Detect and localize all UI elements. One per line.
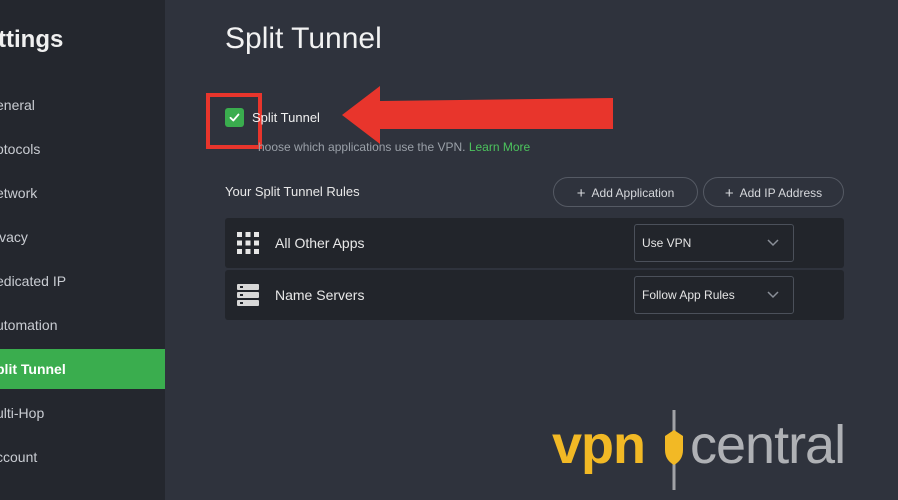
rule-action-select[interactable]: Follow App Rules [634,276,794,314]
sidebar-item-dedicated-ip[interactable]: edicated IP [0,261,165,301]
sidebar-item-general[interactable]: eneral [0,85,165,125]
rule-row: All Other Apps Use VPN [225,218,844,268]
sidebar-item-automation[interactable]: utomation [0,305,165,345]
sidebar-item-privacy[interactable]: ivacy [0,217,165,257]
split-tunnel-checkbox[interactable] [225,108,244,127]
add-ip-address-button[interactable]: + Add IP Address [703,177,844,207]
chevron-down-icon [767,239,779,247]
split-tunnel-label: Split Tunnel [252,110,320,125]
plus-icon: + [576,185,586,202]
sidebar-title: ttings [0,26,64,53]
grid-icon [237,232,259,254]
check-icon [229,113,240,122]
rule-name: All Other Apps [275,235,365,251]
page-title: Split Tunnel [225,22,382,55]
watermark-vpn: vpn [552,415,646,475]
sidebar-item-multi-hop[interactable]: ulti-Hop [0,393,165,433]
rule-action-select[interactable]: Use VPN [634,224,794,262]
sidebar-item-account[interactable]: ccount [0,437,165,477]
plus-icon: + [724,185,734,202]
learn-more-link[interactable]: Learn More [469,140,530,154]
server-icon [237,284,259,306]
shield-logo-icon [665,410,683,490]
sidebar: ttings eneral otocols etwork ivacy edica… [0,0,165,500]
sidebar-item-network[interactable]: etwork [0,173,165,213]
split-tunnel-description: hoose which applications use the VPN. Le… [258,140,531,154]
rules-title: Your Split Tunnel Rules [225,184,360,199]
rule-name: Name Servers [275,287,365,303]
add-application-button[interactable]: + Add Application [553,177,698,207]
sidebar-item-split-tunnel[interactable]: plit Tunnel [0,349,165,389]
chevron-down-icon [767,291,779,299]
sidebar-item-protocols[interactable]: otocols [0,129,165,169]
watermark-central: central [690,415,846,475]
red-arrow-icon [342,86,613,144]
rule-row: Name Servers Follow App Rules [225,270,844,320]
